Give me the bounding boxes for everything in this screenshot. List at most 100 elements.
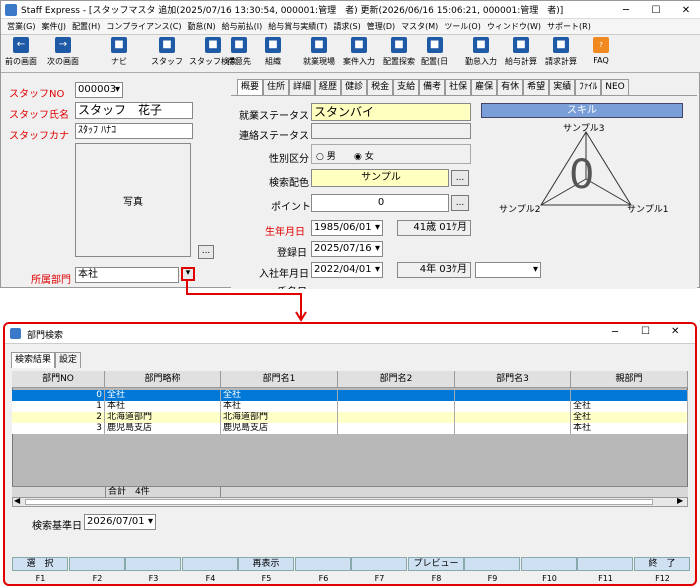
toolbar-button-nav[interactable]: ■ ナビ [111, 37, 127, 67]
status-field[interactable]: スタンバイ [311, 103, 471, 121]
table-row[interactable]: 3 鹿児島支店 鹿児島支店 本社 [12, 423, 688, 434]
photo-browse-button[interactable]: ... [198, 245, 214, 259]
table-cell: 北海道部門 [105, 412, 221, 423]
column-header-2[interactable]: 部門名1 [221, 371, 338, 388]
grid-scrollbar[interactable]: ◀ ▶ [12, 496, 688, 507]
toolbar-button-left-arrow[interactable]: ← 前の画面 [5, 37, 37, 67]
fkey-f11-button[interactable] [577, 557, 633, 571]
column-header-3[interactable]: 部門名2 [338, 371, 455, 388]
close-icon[interactable]: ✕ [671, 326, 679, 337]
fkey-f9-button[interactable] [464, 557, 520, 571]
search-color-field[interactable]: サンプル [311, 169, 449, 187]
scroll-right-icon[interactable]: ▶ [677, 496, 683, 505]
toolbar-button-placement-search[interactable]: ■ 配置探索 [383, 37, 415, 67]
toolbar-button-customer[interactable]: ■ 得意先 [227, 37, 251, 67]
menu-item-8[interactable]: 管理(D) [367, 21, 395, 32]
toolbar-button-payroll[interactable]: ■ 給与計算 [505, 37, 537, 67]
fkey-f4-button[interactable] [182, 557, 238, 571]
staff-kana-input[interactable]: ｽﾀｯﾌ ﾊﾅｺ [75, 123, 193, 139]
toolbar-button-right-arrow[interactable]: → 次の画面 [47, 37, 79, 67]
radio-male[interactable]: ○ 男 [316, 149, 336, 162]
dept-field[interactable]: 本社 [75, 267, 179, 283]
fkey-f1-button[interactable]: 選 択 [12, 557, 68, 571]
toolbar-button-worksite[interactable]: ■ 就業現場 [303, 37, 335, 67]
male-label: 男 [326, 152, 336, 162]
toolbar-button-org[interactable]: ■ 組織 [265, 37, 281, 67]
tab-9[interactable]: 雇保 [471, 79, 498, 95]
dialog-tab-0[interactable]: 検索結果 [11, 352, 56, 368]
menu-item-5[interactable]: 給与前払(I) [222, 21, 263, 32]
contact-field[interactable] [311, 123, 471, 139]
column-header-1[interactable]: 部門略称 [105, 371, 221, 388]
dept-dropdown-button[interactable]: ▾ [181, 267, 195, 281]
tab-0[interactable]: 概要 [237, 79, 264, 95]
minimize-icon[interactable]: ─ [612, 327, 618, 338]
tenure-select[interactable]: ▾ [475, 262, 541, 278]
scroll-left-icon[interactable]: ◀ [14, 496, 20, 505]
maximize-icon[interactable]: ☐ [641, 326, 650, 337]
close-icon[interactable]: ✕ [671, 1, 700, 19]
menu-item-7[interactable]: 請求(S) [333, 21, 360, 32]
tab-14[interactable]: NEO [601, 79, 629, 95]
scroll-thumb[interactable] [25, 499, 653, 505]
tab-12[interactable]: 実績 [549, 79, 576, 95]
fkey-f10-button[interactable] [521, 557, 577, 571]
minimize-icon[interactable]: ─ [611, 1, 641, 19]
radio-female[interactable]: ◉ 女 [354, 149, 374, 162]
fkey-f8-button[interactable]: プレビュー [408, 557, 464, 571]
search-color-button[interactable]: ... [451, 170, 469, 186]
tab-11[interactable]: 希望 [523, 79, 550, 95]
table-cell [455, 390, 571, 401]
toolbar-button-faq[interactable]: ? FAQ [593, 37, 609, 65]
toolbar-button-job-entry[interactable]: ■ 案件入力 [343, 37, 375, 67]
menu-item-6[interactable]: 給与賞与実績(T) [268, 21, 327, 32]
maximize-icon[interactable]: ☐ [641, 1, 671, 19]
tab-8[interactable]: 社保 [445, 79, 472, 95]
fkey-f3-button[interactable] [125, 557, 181, 571]
table-row[interactable]: 2 北海道部門 北海道部門 全社 [12, 412, 688, 423]
toolbar-button-attendance[interactable]: ■ 勤怠入力 [465, 37, 497, 67]
column-header-0[interactable]: 部門NO [12, 371, 105, 388]
table-row[interactable]: 0 全社 全社 [12, 390, 688, 401]
tab-7[interactable]: 備考 [419, 79, 446, 95]
menu-item-3[interactable]: コンプライアンス(C) [106, 21, 181, 32]
tab-13[interactable]: ﾌｧｲﾙ [575, 79, 602, 95]
reg-field[interactable]: 2025/07/16 ▾ [311, 241, 383, 257]
toolbar-button-billing[interactable]: ■ 請求計算 [545, 37, 577, 67]
table-row[interactable]: 1 本社 本社 全社 [12, 401, 688, 412]
menu-item-2[interactable]: 配置(H) [72, 21, 100, 32]
toolbar-button-staff[interactable]: ■ スタッフ [151, 37, 183, 67]
menu-item-12[interactable]: サポート(R) [547, 21, 591, 32]
staff-name-input[interactable]: スタッフ 花子 [75, 102, 193, 119]
point-field[interactable]: 0 [311, 194, 449, 212]
base-date-field[interactable]: 2026/07/01 ▾ [84, 514, 156, 530]
fkey-f12-button[interactable]: 終 了 [634, 557, 690, 571]
tab-1[interactable]: 住所 [263, 79, 290, 95]
menu-item-0[interactable]: 営業(G) [7, 21, 35, 32]
tab-4[interactable]: 健診 [341, 79, 368, 95]
tab-3[interactable]: 経歴 [315, 79, 342, 95]
column-header-4[interactable]: 部門名3 [455, 371, 571, 388]
fkey-f2-button[interactable] [69, 557, 125, 571]
menu-item-11[interactable]: ウィンドウ(W) [487, 21, 541, 32]
join-field[interactable]: 2022/04/01 ▾ [311, 262, 383, 278]
menu-item-4[interactable]: 勤怠(N) [187, 21, 215, 32]
table-cell: 鹿児島支店 [221, 423, 338, 434]
column-header-5[interactable]: 親部門 [571, 371, 688, 388]
staff-no-select[interactable]: 000003 ▾ [75, 82, 123, 98]
menu-item-10[interactable]: ツール(O) [444, 21, 481, 32]
birth-field[interactable]: 1985/06/01 ▾ [311, 220, 383, 236]
tab-10[interactable]: 有休 [497, 79, 524, 95]
tab-6[interactable]: 支給 [393, 79, 420, 95]
menu-item-1[interactable]: 案件(J) [41, 21, 66, 32]
menu-item-9[interactable]: マスタ(M) [401, 21, 438, 32]
chevron-down-icon: ▾ [185, 268, 191, 278]
tab-5[interactable]: 税金 [367, 79, 394, 95]
fkey-f6-button[interactable] [295, 557, 351, 571]
point-button[interactable]: ... [451, 195, 469, 211]
fkey-f5-button[interactable]: 再表示 [238, 557, 294, 571]
dialog-tab-1[interactable]: 設定 [55, 352, 82, 368]
toolbar-button-placement[interactable]: ■ 配置(日 [421, 37, 448, 67]
fkey-f7-button[interactable] [351, 557, 407, 571]
tab-2[interactable]: 詳細 [289, 79, 316, 95]
